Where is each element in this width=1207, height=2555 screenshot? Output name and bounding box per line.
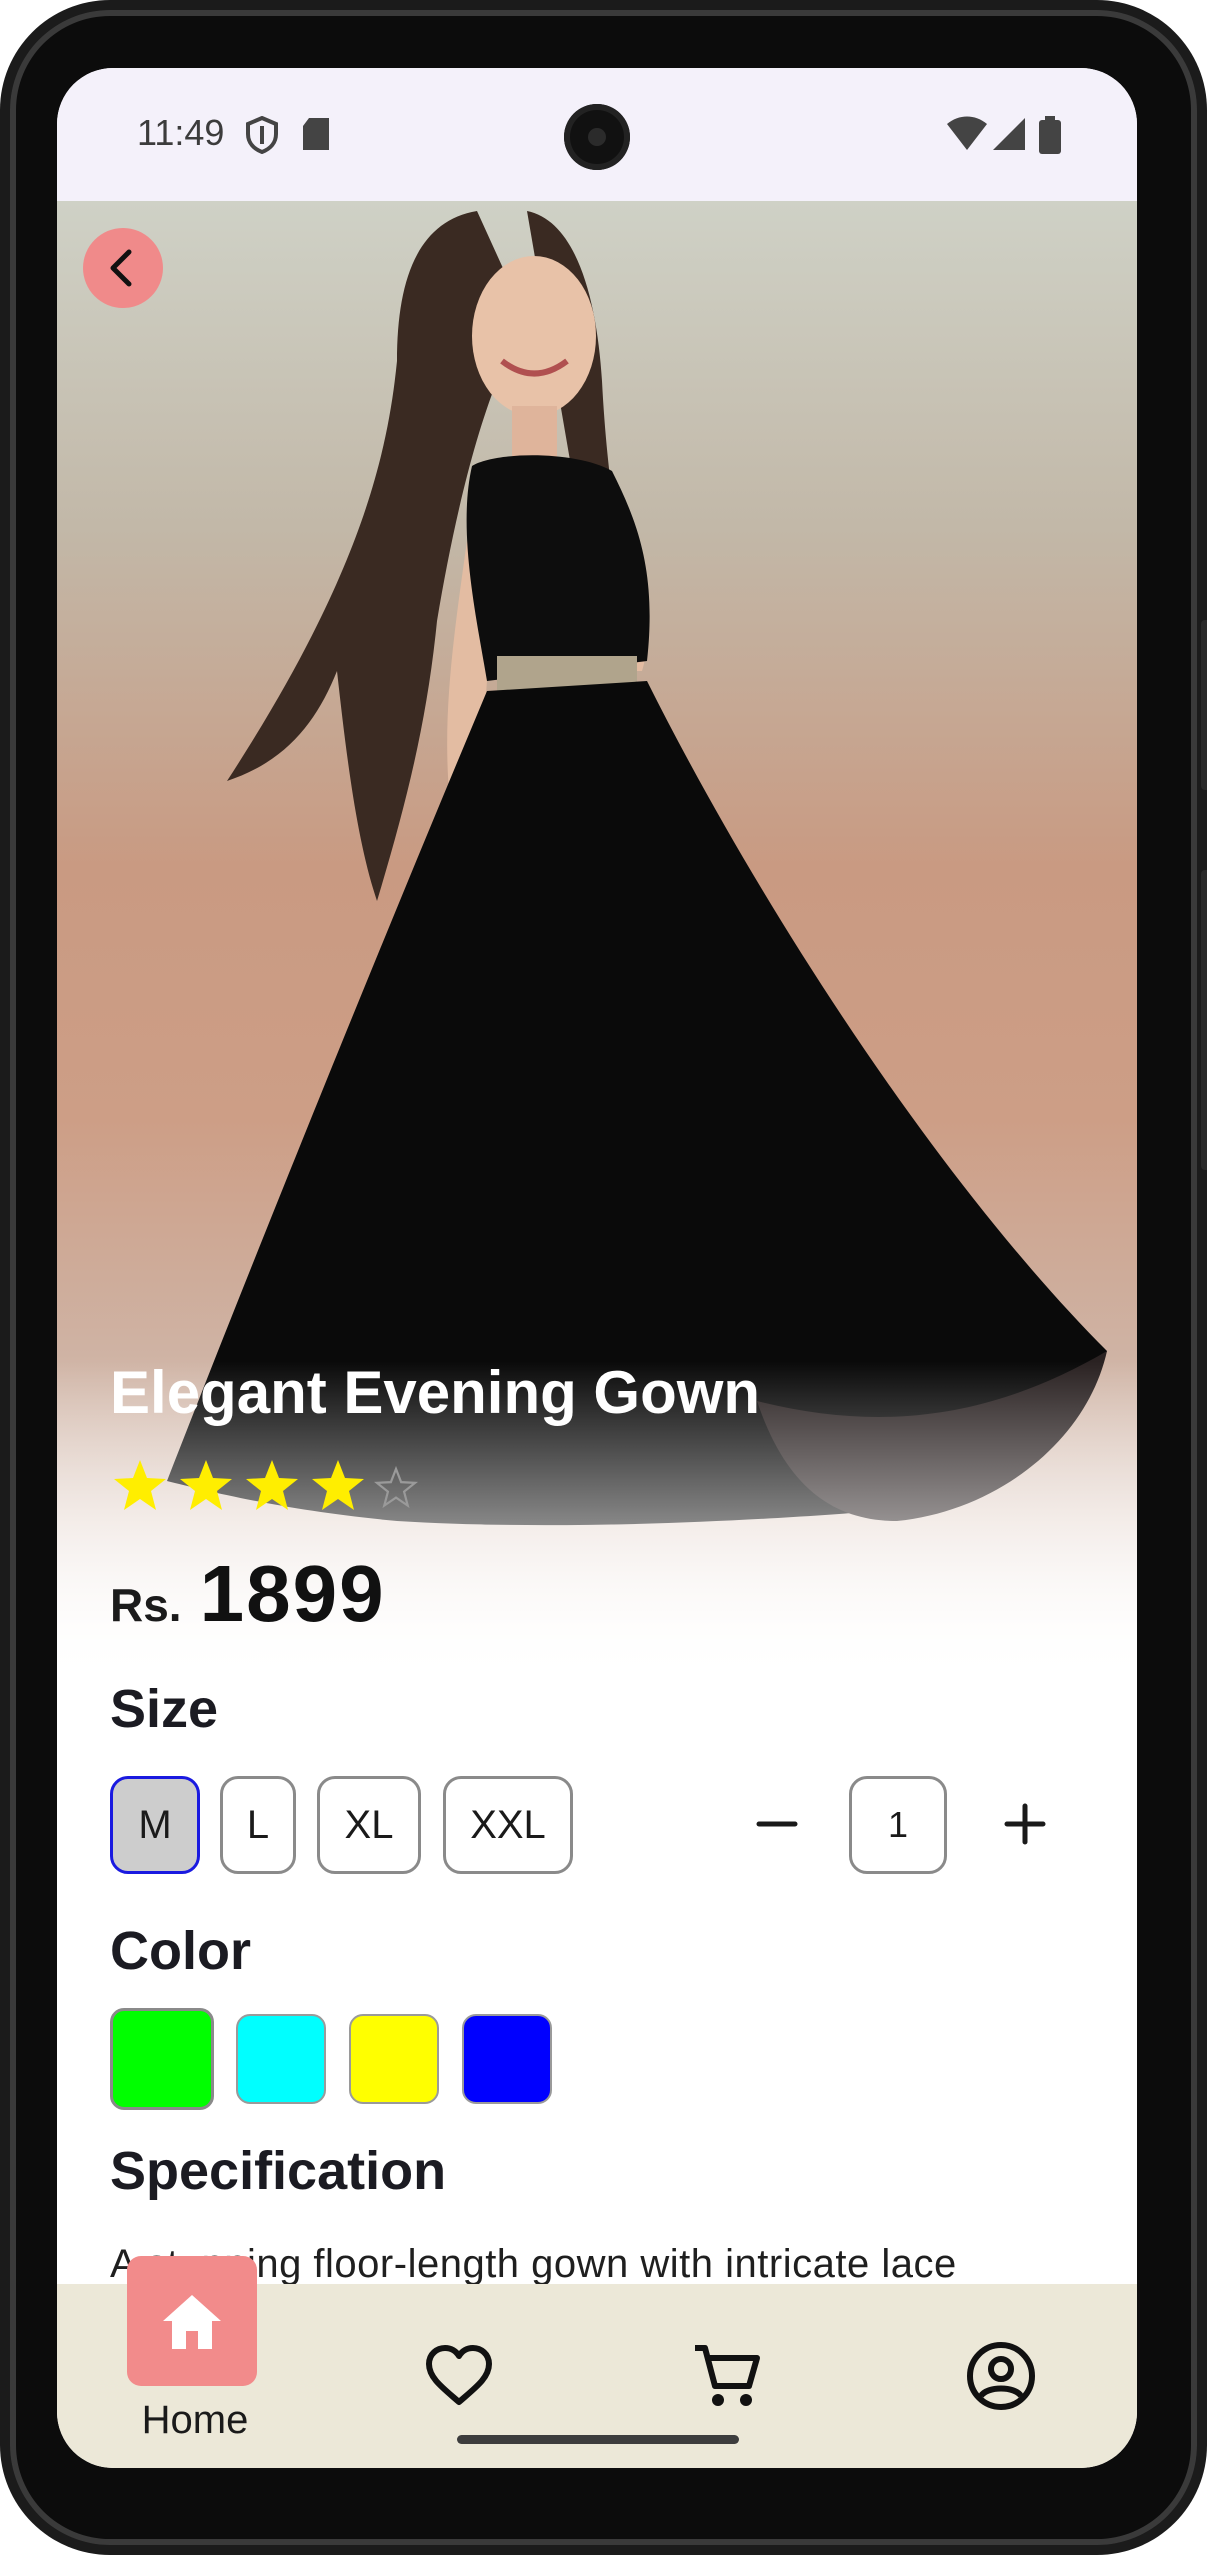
cart-icon[interactable] (691, 2340, 763, 2412)
star-filled-icon (114, 1460, 166, 1510)
status-bar: 11:49 (57, 68, 1137, 201)
front-camera (564, 104, 630, 170)
rating-stars (110, 1456, 418, 1516)
size-label: Size (110, 1679, 219, 1739)
phone-frame: 11:49 Elegant Evening Gown Rs. 1899 Size… (0, 0, 1207, 2555)
nav-home-label: Home (141, 2398, 249, 2442)
product-title: Elegant Evening Gown (110, 1359, 761, 1426)
star-filled-icon (180, 1460, 232, 1510)
decrement-button[interactable] (747, 1794, 807, 1854)
account-icon[interactable] (965, 2340, 1037, 2412)
home-icon (163, 2295, 221, 2349)
size-option-m[interactable]: M (110, 1776, 200, 1874)
color-swatch-blue[interactable] (462, 2014, 552, 2104)
sd-card-icon (301, 116, 331, 157)
star-filled-icon (246, 1460, 298, 1510)
phone-side-button (1201, 620, 1207, 790)
status-time: 11:49 (137, 112, 225, 153)
app-screen: 11:49 Elegant Evening Gown Rs. 1899 Size… (57, 68, 1137, 2468)
gesture-handle (457, 2435, 739, 2444)
price-currency: Rs. (110, 1579, 182, 1631)
size-option-l[interactable]: L (220, 1776, 296, 1874)
heart-icon[interactable] (423, 2340, 495, 2412)
price: Rs. 1899 (110, 1548, 386, 1640)
color-swatch-green[interactable] (110, 2008, 214, 2110)
phone-volume-button (1201, 870, 1207, 1170)
size-option-xl[interactable]: XL (317, 1776, 421, 1874)
color-label: Color (110, 1921, 251, 1981)
signal-icon (991, 116, 1027, 157)
wifi-icon (947, 116, 987, 157)
battery-icon (1039, 116, 1061, 159)
nav-home-button[interactable] (127, 2256, 257, 2386)
quantity-value: 1 (849, 1776, 947, 1874)
price-value: 1899 (199, 1549, 386, 1638)
shield-icon (245, 115, 279, 159)
increment-button[interactable] (995, 1794, 1055, 1854)
specification-label: Specification (110, 2141, 447, 2201)
color-swatch-cyan[interactable] (236, 2014, 326, 2104)
star-empty-icon (374, 1466, 418, 1509)
star-filled-icon (312, 1460, 364, 1510)
back-button[interactable] (83, 228, 163, 308)
size-option-xxl[interactable]: XXL (443, 1776, 573, 1874)
chevron-left-icon (110, 249, 132, 287)
color-swatch-yellow[interactable] (349, 2014, 439, 2104)
